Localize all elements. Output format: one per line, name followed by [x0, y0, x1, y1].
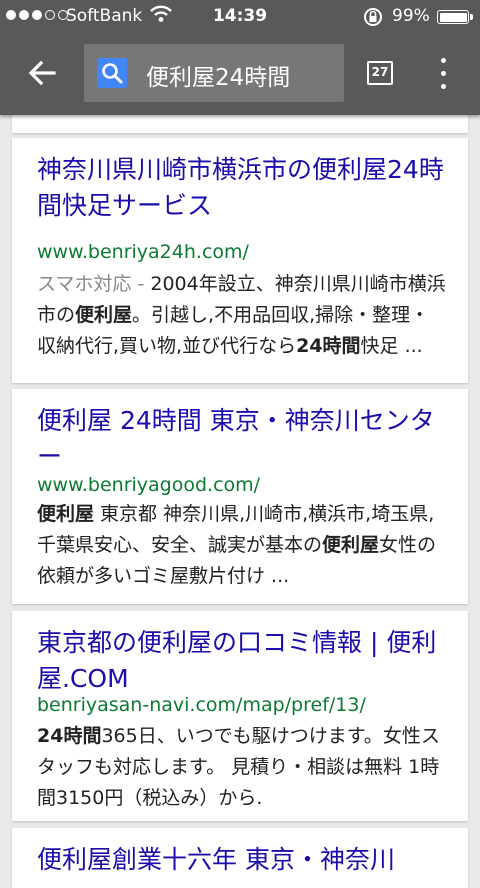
result-url: benriyasan-navi.com/map/pref/13/: [37, 694, 366, 716]
result-url: www.benriyagood.com/: [37, 474, 261, 496]
result-snippet: 便利屋 東京都 神奈川県,川崎市,横浜市,埼玉県,千葉県安心、安全、誠実が基本の…: [37, 503, 437, 587]
rotation-lock-icon: [364, 8, 382, 26]
search-query: 便利屋24時間: [146, 65, 291, 91]
result-title-link[interactable]: 便利屋創業十六年 東京・神奈川: [37, 842, 452, 878]
search-result: 便利屋創業十六年 東京・神奈川: [12, 828, 468, 888]
result-title-link[interactable]: 神奈川県川崎市横浜市の便利屋24時間快足サービス: [37, 152, 452, 224]
status-bar: SoftBank 14:39 99%: [0, 0, 480, 34]
overflow-menu-icon[interactable]: [436, 58, 452, 90]
battery-percent: 99%: [392, 6, 430, 26]
back-arrow-icon[interactable]: [26, 57, 58, 89]
result-url: www.benriya24h.com/: [37, 241, 249, 263]
search-result: 便利屋 24時間 東京・神奈川センター www.benriyagood.com/…: [12, 389, 468, 604]
result-snippet: スマホ対応 - 2004年設立、神奈川県川崎市横浜市の便利屋。引越し,不用品回収…: [37, 273, 446, 357]
result-snippet: 24時間365日、いつでも駆けつけます。女性スタッフも対応します。 見積り・相談…: [37, 725, 440, 809]
battery-icon: [437, 10, 473, 24]
app-bar: SoftBank 14:39 99% 便利屋24時間 27: [0, 0, 480, 115]
mobile-friendly-label: スマホ対応 -: [37, 273, 151, 295]
result-title-link[interactable]: 東京都の便利屋の口コミ情報 | 便利屋.COM: [37, 625, 452, 697]
search-result: 神奈川県川崎市横浜市の便利屋24時間快足サービス www.benriya24h.…: [12, 138, 468, 383]
search-box[interactable]: 便利屋24時間: [84, 44, 344, 102]
result-title-link[interactable]: 便利屋 24時間 東京・神奈川センター: [37, 403, 452, 475]
search-result: 東京都の便利屋の口コミ情報 | 便利屋.COM benriyasan-navi.…: [12, 611, 468, 821]
tab-switcher-button[interactable]: 27: [367, 61, 393, 85]
search-icon: [97, 58, 127, 88]
